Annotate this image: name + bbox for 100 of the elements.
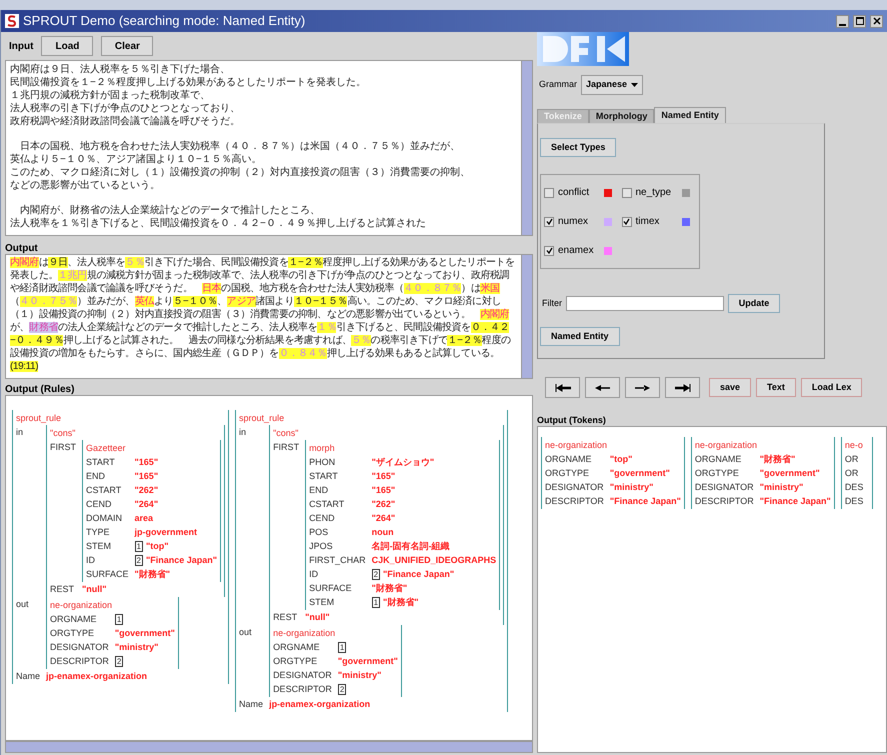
- feature-name: ORGTYPE: [694, 467, 740, 480]
- feature-name: JPOS: [309, 540, 334, 553]
- action-button[interactable]: save: [709, 378, 752, 397]
- coreference-tag: 1: [372, 597, 380, 608]
- feature-value: area: [134, 512, 154, 525]
- last-button[interactable]: [665, 377, 700, 398]
- toolbar-button[interactable]: Load: [41, 36, 94, 56]
- grammar-label: Grammar: [539, 78, 577, 92]
- text-line: 英仏より５−１０％、アジア諸国より１０−１５％高い。: [10, 153, 263, 166]
- action-button[interactable]: Load Lex: [800, 378, 862, 397]
- rules-label: Output (Rules): [5, 383, 74, 395]
- feature-name: DESCRIPTOR: [545, 495, 604, 508]
- feature-value: "165": [134, 470, 158, 483]
- maximize-button[interactable]: [853, 14, 866, 28]
- feature-value: jp-enamex-organization: [269, 698, 370, 711]
- feature-value: "財務省": [372, 582, 408, 595]
- feature-name: START: [309, 470, 339, 483]
- feature-name: FIRST: [273, 441, 300, 454]
- feature-name: DESIGNATOR: [545, 481, 604, 494]
- skip-end-icon: [674, 384, 690, 392]
- structure-type: ne-organization: [694, 439, 758, 452]
- select-types-button[interactable]: Select Types: [540, 138, 616, 157]
- first-button[interactable]: [545, 377, 580, 398]
- feature-value: "Finance Japan": [383, 568, 454, 581]
- feature-name: REST: [273, 611, 298, 624]
- input-text-area[interactable]: [5, 60, 533, 236]
- feature-name: out: [16, 598, 30, 611]
- checkbox[interactable]: [622, 216, 632, 226]
- feature-name: ID: [309, 568, 320, 581]
- toolbar-button[interactable]: Clear: [101, 36, 154, 56]
- feature-value: "Finance Japan": [610, 495, 681, 508]
- checkbox[interactable]: [622, 188, 632, 198]
- feature-name: ORGTYPE: [50, 627, 96, 640]
- text-line: 政府税調や経済財政諮問会議で論議を呼びそうだ。: [10, 115, 241, 128]
- named-entity-button[interactable]: Named Entity: [540, 327, 620, 346]
- feature-name: END: [86, 470, 106, 483]
- text-line: このため、マクロ経済に対し（１）設備投資の抑制（２）対内直接投資の阻害（３）消費需要の抑制、: [10, 166, 471, 179]
- feature-name: FIRST_CHAR: [309, 554, 366, 567]
- feature-value: "Finance Japan": [146, 554, 218, 567]
- structure-type: "cons": [50, 427, 76, 440]
- feature-value: "財務省": [760, 453, 796, 466]
- next-button[interactable]: [625, 377, 660, 398]
- text-line: １兆円規の減税方針が固まった税制改革で、: [10, 89, 211, 102]
- minimize-icon: [839, 24, 846, 26]
- text-line: などの悪影響が出ているという。: [10, 179, 161, 192]
- feature-value: "財務省": [134, 568, 170, 581]
- scrollbar[interactable]: [521, 61, 532, 235]
- arrow-left-icon: [595, 384, 610, 392]
- skip-start-icon: [554, 384, 570, 392]
- tab[interactable]: Named Entity: [654, 107, 726, 123]
- app-icon: [5, 14, 19, 28]
- update-button[interactable]: Update: [728, 294, 780, 313]
- feature-name: DES: [844, 481, 864, 494]
- feature-name: ORGNAME: [545, 453, 593, 466]
- feature-value: "165": [372, 470, 396, 483]
- feature-value: "ザイムショウ": [372, 456, 434, 469]
- feature-value: "264": [134, 498, 158, 511]
- close-button[interactable]: [870, 14, 883, 28]
- caret-icon: [631, 83, 638, 87]
- feature-name: DESIGNATOR: [50, 641, 109, 654]
- feature-value: "ministry": [760, 481, 804, 494]
- input-label: Input: [9, 40, 34, 54]
- grammar-dropdown[interactable]: Japanese: [581, 75, 644, 95]
- checkbox[interactable]: [544, 188, 554, 198]
- structure-type: sprout_rule: [239, 412, 286, 425]
- output-label: Output: [5, 242, 39, 254]
- feature-name: DESCRIPTOR: [50, 655, 109, 668]
- feature-name: DESIGNATOR: [694, 481, 754, 494]
- feature-value: "262": [134, 484, 158, 497]
- feature-name: PHON: [309, 456, 336, 469]
- feature-name: in: [239, 426, 248, 439]
- structure-type: sprout_rule: [16, 412, 62, 425]
- feature-value: "Finance Japan": [760, 495, 831, 508]
- text-line: 内閣府が、財務省の法人企業統計などのデータで推計したところ、: [19, 204, 321, 217]
- feature-name: CEND: [86, 498, 113, 511]
- coreference-tag: 1: [338, 642, 346, 653]
- feature-name: STEM: [86, 540, 112, 553]
- feature-name: Name: [239, 698, 264, 711]
- feature-name: POS: [309, 526, 330, 539]
- filter-field[interactable]: [566, 296, 724, 311]
- feature-name: REST: [50, 583, 76, 596]
- action-button[interactable]: Text: [756, 378, 796, 397]
- scrollbar[interactable]: [5, 741, 533, 753]
- feature-name: DESIGNATOR: [273, 669, 332, 682]
- close-icon: [872, 17, 880, 25]
- tab[interactable]: Morphology: [588, 109, 654, 123]
- feature-value: "165": [134, 456, 158, 469]
- feature-name: DOMAIN: [86, 512, 124, 525]
- feature-name: OR: [844, 453, 860, 466]
- type-label: timex: [636, 215, 660, 229]
- structure-type: "cons": [273, 427, 300, 440]
- structure-type: ne-organization: [273, 627, 336, 640]
- checkbox[interactable]: [544, 246, 554, 256]
- scrollbar[interactable]: [521, 255, 532, 378]
- feature-value: 名詞-固有名詞-組織: [372, 540, 450, 553]
- previous-button[interactable]: [585, 377, 620, 398]
- feature-value: "top": [146, 540, 169, 553]
- checkbox[interactable]: [544, 216, 554, 226]
- minimize-button[interactable]: [836, 14, 849, 28]
- coreference-tag: 1: [134, 541, 143, 552]
